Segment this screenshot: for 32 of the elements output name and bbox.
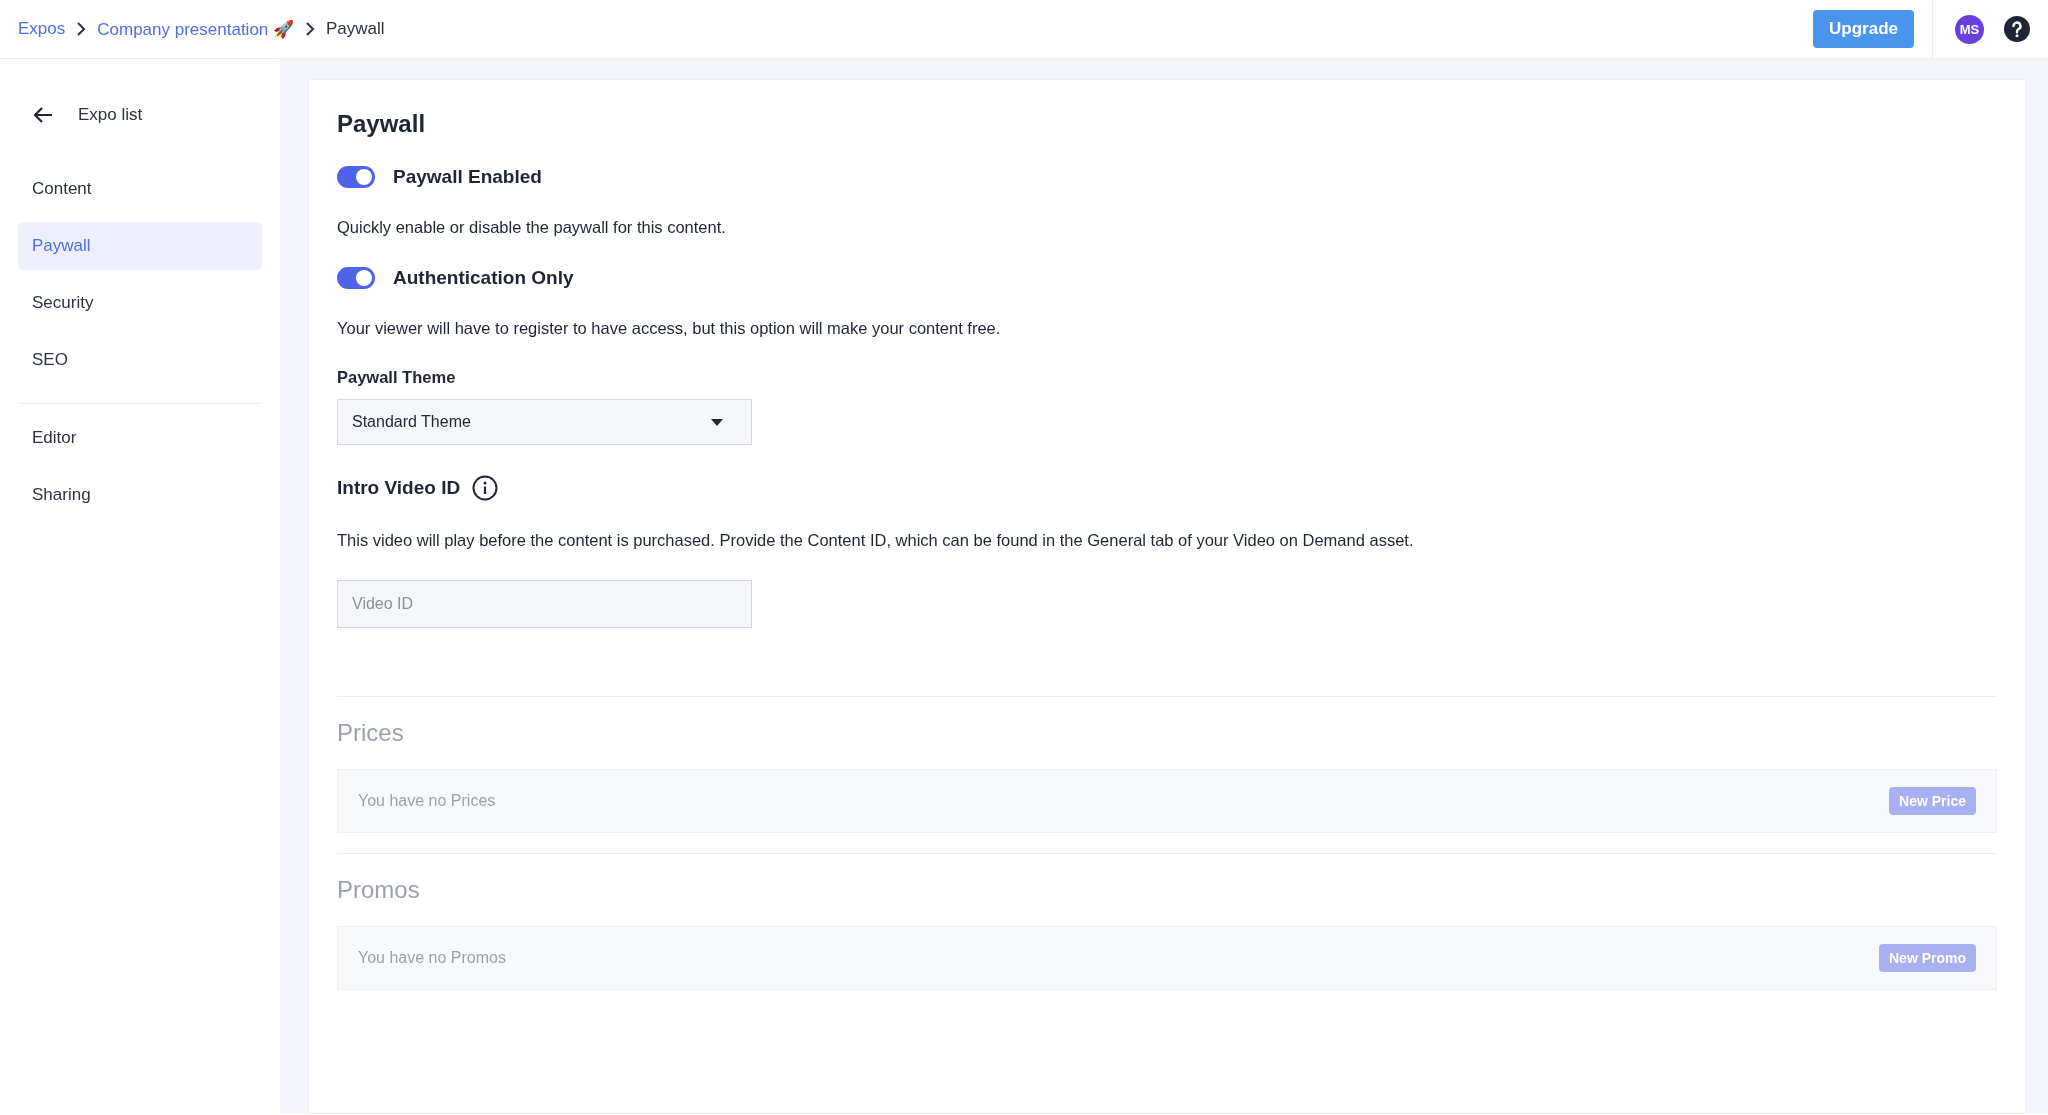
chevron-icon (304, 22, 317, 36)
empty-state-text: You have no Prices (358, 792, 496, 810)
toggle-switch[interactable] (337, 267, 375, 289)
video-id-field[interactable]: Video ID (337, 580, 752, 628)
sidebar-item[interactable]: Sharing (18, 471, 262, 519)
caret-icon (711, 418, 723, 426)
field-description: This video will play before the content is purchased. Provide the Content ID, which can be found in the General tab of your Video on Demand asset. (337, 531, 1415, 550)
page-title: Paywall (337, 110, 427, 138)
sidebar-item[interactable]: Content (18, 165, 262, 213)
user-avatar[interactable]: MS (1955, 14, 1984, 44)
sidebar-item[interactable]: SEO (18, 336, 262, 384)
field-label: Paywall Theme (337, 368, 457, 387)
help-icon[interactable] (2004, 16, 2030, 42)
sidebar-item[interactable]: Paywall (18, 222, 262, 270)
info-icon[interactable] (472, 475, 499, 501)
toggle-description: Your viewer will have to register to have access, but this option will make your content free. (337, 319, 1002, 338)
breadcrumb-current: Paywall (326, 19, 385, 39)
theme-dropdown[interactable]: Standard Theme (337, 399, 752, 445)
toggle-label: Authentication Only (393, 267, 574, 289)
toggle-description: Quickly enable or disable the paywall for this content. (337, 218, 727, 237)
back-link[interactable]: Expo list (78, 105, 143, 125)
sidebar-item[interactable]: Security (18, 279, 262, 327)
field-label: Intro Video ID (337, 477, 461, 499)
toggle-label: Paywall Enabled (393, 166, 542, 188)
breadcrumb-link[interactable]: Expos (18, 19, 66, 39)
chevron-icon (75, 22, 88, 36)
sidebar-item[interactable]: Editor (18, 414, 262, 462)
breadcrumb-link[interactable]: Company presentation 🚀 (97, 18, 295, 40)
toggle-switch[interactable] (337, 166, 375, 188)
section-title: Promos (337, 876, 421, 904)
section-title: Prices (337, 719, 405, 747)
empty-state-text: You have no Promos (358, 949, 506, 967)
